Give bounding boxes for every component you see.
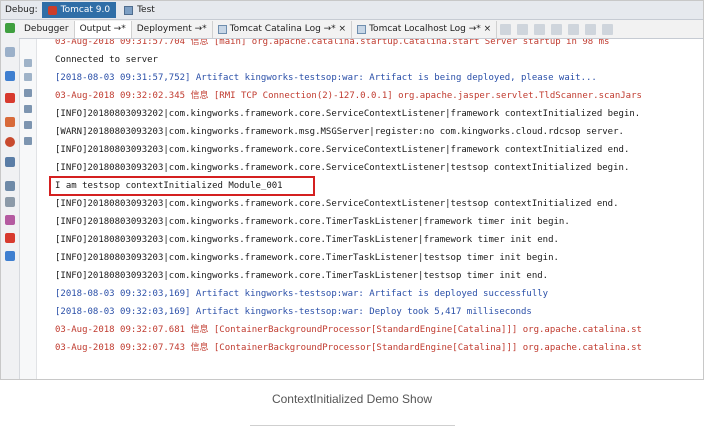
evaluate-icon[interactable] — [602, 23, 614, 35]
console-line: 03-Aug-2018 09:32:07.681 信息 [ContainerBa… — [55, 325, 642, 335]
step-over-icon[interactable] — [500, 23, 512, 35]
force-step-into-icon[interactable] — [534, 23, 546, 35]
tab-label: Deployment →* — [136, 24, 207, 34]
mute-breakpoints-icon[interactable] — [5, 137, 15, 147]
layout-icon[interactable] — [5, 181, 15, 191]
console-line: [INFO]20180803093203|com.kingworks.frame… — [55, 235, 559, 245]
settings-icon[interactable] — [5, 197, 15, 207]
caption-divider — [250, 425, 455, 426]
tab-label: Tomcat Catalina Log →* × — [229, 24, 347, 34]
tab-tomcat-catalina-log[interactable]: Tomcat Catalina Log →* × — [213, 20, 353, 38]
tab-tomcat-localhost-log[interactable]: Tomcat Localhost Log →* × — [352, 20, 498, 38]
run-tab-label: Tomcat 9.0 — [60, 5, 111, 15]
console-line: [WARN]20180803093203|com.kingworks.frame… — [55, 127, 624, 137]
tab-label: Output →* — [79, 24, 126, 34]
console-line: [2018-08-03 09:31:57,752] Artifact kingw… — [55, 73, 597, 83]
highlight-box — [49, 176, 315, 196]
console-output[interactable]: 03-Aug-2018 09:31:57.704 信息 [main] org.a… — [37, 39, 703, 379]
console-actions-gutter — [20, 39, 37, 379]
test-config-icon — [124, 5, 134, 15]
close-icon[interactable] — [5, 233, 15, 243]
log-file-icon — [357, 24, 367, 34]
up-arrow-icon[interactable] — [24, 59, 32, 67]
run-tab-label: Test — [137, 5, 155, 15]
debug-tool-window: Debug: Tomcat 9.0 Test Debugger Output →… — [0, 0, 704, 380]
console-line: [INFO]20180803093203|com.kingworks.frame… — [55, 199, 619, 209]
debug-label: Debug: — [5, 5, 38, 15]
tomcat-icon — [47, 5, 57, 15]
resume-icon[interactable] — [5, 23, 15, 33]
help-icon[interactable] — [5, 251, 15, 261]
rerun-icon[interactable] — [5, 47, 15, 57]
console-line: [INFO]20180803093203|com.kingworks.frame… — [55, 217, 570, 227]
scroll-to-end-icon[interactable] — [24, 105, 32, 113]
console-line: 03-Aug-2018 09:32:02.345 信息 [RMI TCP Con… — [55, 91, 642, 101]
console-line: Connected to server — [55, 55, 158, 65]
console-line: [INFO]20180803093203|com.kingworks.frame… — [55, 253, 559, 263]
pin-icon[interactable] — [5, 215, 15, 225]
debug-run-tabs-bar: Debug: Tomcat 9.0 Test — [1, 1, 703, 20]
drop-frame-icon[interactable] — [568, 23, 580, 35]
image-caption: ContextInitialized Demo Show — [271, 392, 433, 406]
run-tab-test[interactable]: Test — [118, 2, 161, 18]
down-arrow-icon[interactable] — [24, 73, 32, 81]
run-tab-tomcat[interactable]: Tomcat 9.0 — [41, 2, 117, 18]
tab-deployment[interactable]: Deployment →* — [132, 20, 213, 38]
pause-icon[interactable] — [5, 71, 15, 81]
camera-icon[interactable] — [5, 157, 15, 167]
view-breakpoints-icon[interactable] — [5, 117, 15, 127]
step-into-icon[interactable] — [517, 23, 529, 35]
console-line: [INFO]20180803093202|com.kingworks.frame… — [55, 109, 641, 119]
debug-actions-gutter — [1, 20, 20, 379]
console-line: 03-Aug-2018 09:31:57.704 信息 [main] org.a… — [55, 39, 610, 47]
step-out-icon[interactable] — [551, 23, 563, 35]
stop-icon[interactable] — [5, 93, 15, 103]
tab-label: Tomcat Localhost Log →* × — [369, 24, 492, 34]
clear-all-icon[interactable] — [24, 137, 32, 145]
tab-label: Debugger — [24, 24, 69, 34]
soft-wrap-icon[interactable] — [24, 89, 32, 97]
log-file-icon — [217, 24, 227, 34]
console-line: [INFO]20180803093203|com.kingworks.frame… — [55, 145, 630, 155]
console-line: [INFO]20180803093203|com.kingworks.frame… — [55, 271, 549, 281]
tab-debugger[interactable]: Debugger — [19, 20, 75, 38]
print-icon[interactable] — [24, 121, 32, 129]
debug-sub-tabs-bar: Debugger Output →* Deployment →* Tomcat … — [19, 20, 703, 39]
tab-output[interactable]: Output →* — [74, 20, 132, 38]
console-line: [2018-08-03 09:32:03,169] Artifact kingw… — [55, 289, 549, 299]
console-line: [INFO]20180803093203|com.kingworks.frame… — [55, 163, 630, 173]
run-to-cursor-icon[interactable] — [585, 23, 597, 35]
console-line: [2018-08-03 09:32:03,169] Artifact kingw… — [55, 307, 532, 317]
console-line: 03-Aug-2018 09:32:07.743 信息 [ContainerBa… — [55, 343, 642, 353]
